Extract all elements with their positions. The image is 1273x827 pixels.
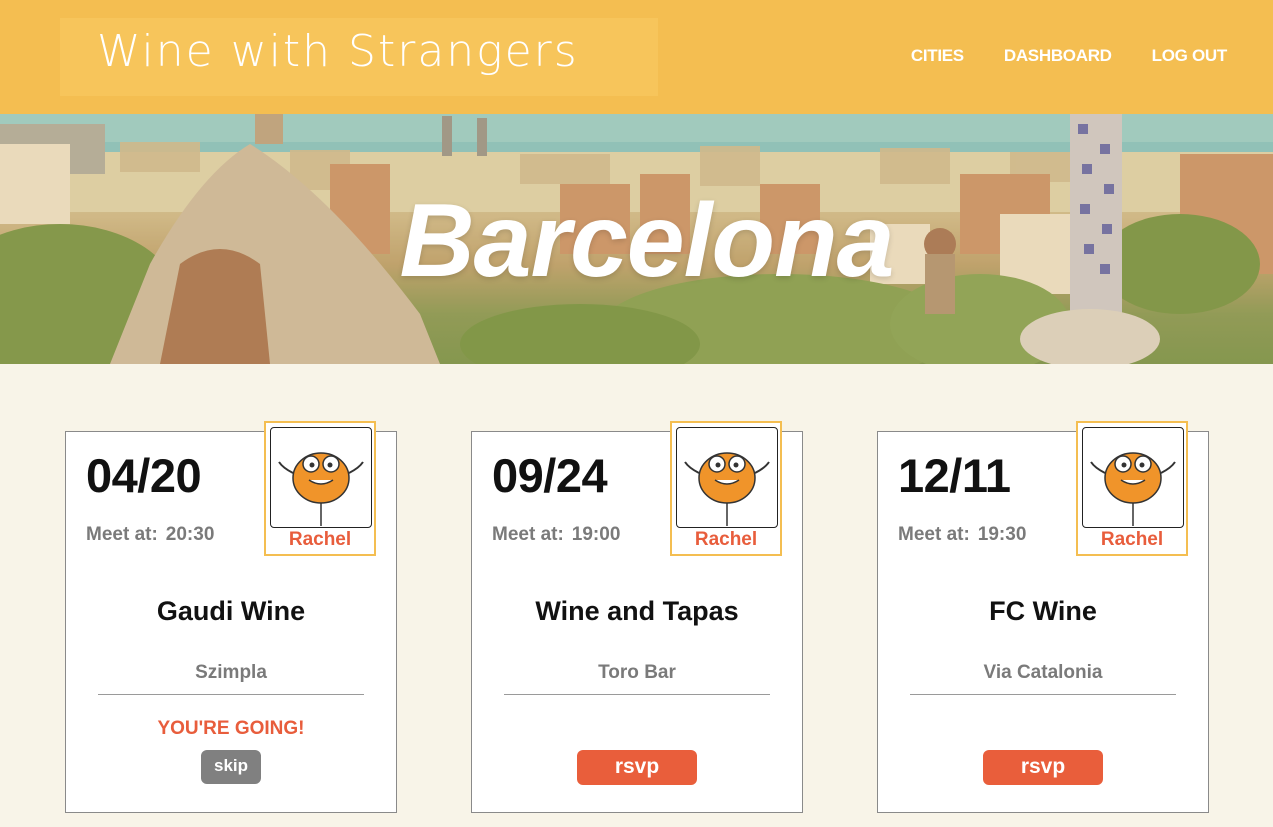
event-venue: Szimpla bbox=[195, 662, 267, 683]
event-title: Wine and Tapas bbox=[535, 596, 739, 626]
nav-cities-link[interactable]: CITIES bbox=[911, 46, 964, 66]
going-status: YOU'RE GOING! bbox=[157, 718, 305, 739]
nav-logout-link[interactable]: LOG OUT bbox=[1152, 46, 1228, 66]
host-badge[interactable]: Rachel bbox=[264, 421, 376, 556]
event-date: 12/11 bbox=[898, 449, 1011, 502]
host-name[interactable]: Rachel bbox=[1078, 529, 1186, 551]
meet-label: Meet at: bbox=[86, 524, 158, 545]
event-venue: Via Catalonia bbox=[983, 662, 1103, 683]
rsvp-button[interactable]: rsvp bbox=[577, 750, 697, 785]
skip-button[interactable]: skip bbox=[201, 750, 261, 784]
meet-time: Meet at: 19:00 bbox=[492, 524, 620, 546]
meet-label: Meet at: bbox=[492, 524, 564, 545]
event-card: 12/11 Meet at: 19:30 Rachel FC Wine Via C… bbox=[877, 421, 1209, 813]
city-title: Barcelona bbox=[399, 183, 895, 299]
host-avatar bbox=[676, 427, 778, 528]
main-nav: CITIES DASHBOARD LOG OUT bbox=[911, 46, 1227, 66]
monster-avatar-icon bbox=[684, 452, 770, 526]
city-hero-banner: Barcelona bbox=[0, 114, 1273, 364]
meet-time-value: 20:30 bbox=[165, 524, 215, 545]
rsvp-button[interactable]: rsvp bbox=[983, 750, 1103, 785]
site-header: Wine with Strangers CITIES DASHBOARD LOG… bbox=[0, 0, 1273, 114]
meet-time-value: 19:00 bbox=[571, 524, 621, 545]
divider bbox=[98, 694, 364, 695]
nav-dashboard-link[interactable]: DASHBOARD bbox=[1004, 46, 1112, 66]
monster-avatar-icon bbox=[1090, 452, 1176, 526]
logo-text: Wine with Strangers bbox=[97, 26, 579, 77]
host-name[interactable]: Rachel bbox=[672, 529, 780, 551]
event-title: Gaudi Wine bbox=[156, 596, 306, 626]
host-badge[interactable]: Rachel bbox=[670, 421, 782, 556]
divider bbox=[504, 694, 770, 695]
monster-avatar-icon bbox=[278, 452, 364, 526]
meet-time: Meet at: 20:30 bbox=[86, 524, 214, 546]
logo[interactable]: Wine with Strangers bbox=[60, 18, 658, 96]
host-avatar bbox=[270, 427, 372, 528]
event-card: 09/24 Meet at: 19:00 Rachel Wine and Tapa… bbox=[471, 421, 803, 813]
meet-time: Meet at: 19:30 bbox=[898, 524, 1026, 546]
event-date: 09/24 bbox=[492, 449, 608, 502]
event-title: FC Wine bbox=[989, 596, 1097, 626]
event-date: 04/20 bbox=[86, 449, 202, 502]
divider bbox=[910, 694, 1176, 695]
host-avatar bbox=[1082, 427, 1184, 528]
event-venue: Toro Bar bbox=[598, 662, 676, 683]
meet-time-value: 19:30 bbox=[977, 524, 1027, 545]
meet-label: Meet at: bbox=[898, 524, 970, 545]
host-name[interactable]: Rachel bbox=[266, 529, 374, 551]
host-badge[interactable]: Rachel bbox=[1076, 421, 1188, 556]
event-card: 04/20 Meet at: 20:30 Rachel Gaudi Wine Sz… bbox=[65, 421, 397, 813]
